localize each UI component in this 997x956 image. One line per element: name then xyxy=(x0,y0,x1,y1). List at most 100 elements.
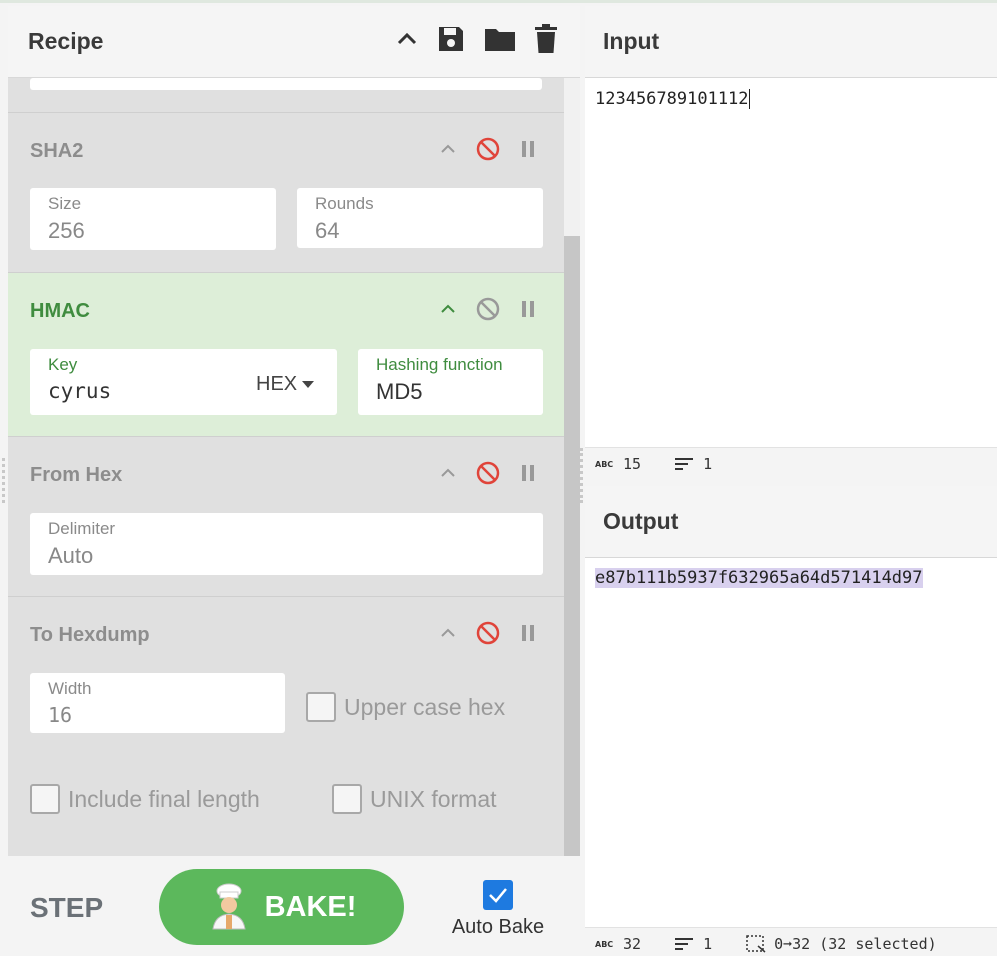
recipe-op-previous xyxy=(8,78,564,113)
field-value: MD5 xyxy=(376,379,423,404)
op-controls xyxy=(440,297,536,326)
chevron-up-icon[interactable] xyxy=(440,141,456,162)
lines-icon xyxy=(675,937,694,950)
width-field[interactable]: Width 16 xyxy=(30,673,285,733)
input-header: Input xyxy=(585,6,997,78)
collapse-all-icon[interactable] xyxy=(396,28,418,50)
field-label: Rounds xyxy=(315,194,374,213)
svg-text:ABC: ABC xyxy=(595,940,613,949)
app-window: Recipe SHA2 Size 256 Rounds 64 HMAC Key … xyxy=(0,0,997,956)
pause-icon[interactable] xyxy=(520,464,536,487)
recipe-op-from-hex: From Hex Delimiter Auto xyxy=(8,437,564,597)
checkbox-box[interactable] xyxy=(30,784,60,814)
save-icon[interactable] xyxy=(436,24,466,54)
op-title: From Hex xyxy=(30,464,123,486)
output-textarea[interactable]: e87b111b5937f632965a64d571414d97 xyxy=(595,568,923,588)
op-controls xyxy=(440,137,536,166)
op-controls xyxy=(440,461,536,490)
field-label: Delimiter xyxy=(48,519,116,538)
svg-text:ABC: ABC xyxy=(595,460,613,469)
recipe-header-actions xyxy=(396,24,558,54)
input-status-bar: ABC 15 1 xyxy=(585,447,997,479)
step-button[interactable]: STEP xyxy=(30,892,103,924)
rounds-field[interactable]: Rounds 64 xyxy=(297,188,543,248)
chevron-up-icon[interactable] xyxy=(440,465,456,486)
field-label: Size xyxy=(48,194,82,213)
recipe-title: Recipe xyxy=(28,28,104,54)
chevron-up-icon[interactable] xyxy=(440,625,456,646)
lines-icon xyxy=(675,457,694,470)
field-label: Key xyxy=(48,355,78,374)
output-pane: Output e87b111b5937f632965a64d571414d97 … xyxy=(585,486,997,956)
recipe-header: Recipe xyxy=(8,6,580,78)
input-title: Input xyxy=(603,28,660,54)
op-title: HMAC xyxy=(30,300,90,322)
input-length: 15 xyxy=(623,454,642,473)
field-value: cyrus xyxy=(48,379,112,403)
disable-op-icon[interactable] xyxy=(476,461,500,490)
output-lines: 1 xyxy=(703,934,713,953)
previous-op-field xyxy=(30,78,542,90)
op-controls xyxy=(440,621,536,650)
text-caret xyxy=(748,89,750,109)
input-lines: 1 xyxy=(703,454,713,473)
output-header: Output xyxy=(585,486,997,558)
output-selection: 0➞32 (32 selected) xyxy=(774,934,937,953)
upper-case-hex-checkbox[interactable]: Upper case hex xyxy=(306,692,505,722)
field-label: Hashing function xyxy=(376,355,503,374)
folder-icon[interactable] xyxy=(484,25,516,53)
pause-icon[interactable] xyxy=(520,140,536,163)
recipe-op-to-hexdump: To Hexdump Width 16 Upper case hex Inclu… xyxy=(8,597,564,856)
checkbox-box[interactable] xyxy=(306,692,336,722)
auto-bake-checkbox[interactable] xyxy=(483,880,513,910)
selection-icon xyxy=(746,934,766,953)
disable-op-icon[interactable] xyxy=(476,297,500,326)
op-title: To Hexdump xyxy=(30,624,150,646)
trash-icon[interactable] xyxy=(534,24,558,54)
input-pane: Input 123456789101112 ABC 15 1 xyxy=(585,6,997,479)
field-value: 16 xyxy=(48,703,73,727)
size-field[interactable]: Size 256 xyxy=(30,188,276,250)
key-encoding-label: HEX xyxy=(256,373,298,395)
abc-length-icon: ABC xyxy=(595,460,613,469)
recipe-operations-list[interactable]: SHA2 Size 256 Rounds 64 HMAC Key cyrus H… xyxy=(8,78,580,856)
delimiter-field[interactable]: Delimiter Auto xyxy=(30,513,543,575)
checkbox-label: Upper case hex xyxy=(344,693,506,720)
checkbox-label: Include final length xyxy=(68,785,260,812)
output-length: 32 xyxy=(623,934,642,953)
checkbox-box[interactable] xyxy=(332,784,362,814)
auto-bake-toggle[interactable]: Auto Bake xyxy=(448,880,548,939)
field-label: Width xyxy=(48,679,92,698)
unix-format-checkbox[interactable]: UNIX format xyxy=(332,784,497,814)
pause-icon[interactable] xyxy=(520,624,536,647)
key-field[interactable]: Key cyrus HEX xyxy=(30,349,337,415)
left-resize-handle[interactable] xyxy=(2,458,5,503)
output-text: e87b111b5937f632965a64d571414d97 xyxy=(595,568,923,588)
caret-down-icon xyxy=(302,380,315,388)
field-value: 64 xyxy=(315,218,340,243)
chef-icon xyxy=(212,883,246,930)
input-textarea[interactable]: 123456789101112 xyxy=(595,89,750,109)
recipe-pane: Recipe SHA2 Size 256 Rounds 64 HMAC Key … xyxy=(8,6,580,956)
key-encoding-dropdown[interactable]: HEX xyxy=(256,373,315,396)
abc-length-icon: ABC xyxy=(595,940,613,949)
auto-bake-label: Auto Bake xyxy=(451,916,545,938)
chevron-up-icon[interactable] xyxy=(440,301,456,322)
recipe-scrollbar-thumb[interactable] xyxy=(564,236,580,856)
bake-button[interactable]: BAKE! xyxy=(159,869,404,945)
check-icon xyxy=(489,888,507,903)
checkbox-label: UNIX format xyxy=(370,785,497,812)
include-final-length-checkbox[interactable]: Include final length xyxy=(30,784,260,814)
pause-icon[interactable] xyxy=(520,300,536,323)
disable-op-icon[interactable] xyxy=(476,621,500,650)
recipe-op-hmac: HMAC Key cyrus HEX Hashing function MD5 xyxy=(8,273,564,437)
op-title: SHA2 xyxy=(30,140,84,162)
bake-label: BAKE! xyxy=(264,890,357,923)
recipe-op-sha2: SHA2 Size 256 Rounds 64 xyxy=(8,113,564,273)
output-title: Output xyxy=(603,508,679,534)
disable-op-icon[interactable] xyxy=(476,137,500,166)
bake-controls: STEP BAKE! Auto Bake xyxy=(8,856,580,956)
column-resize-handle[interactable] xyxy=(580,448,583,503)
input-text: 123456789101112 xyxy=(595,89,749,109)
hashing-function-field[interactable]: Hashing function MD5 xyxy=(358,349,543,415)
